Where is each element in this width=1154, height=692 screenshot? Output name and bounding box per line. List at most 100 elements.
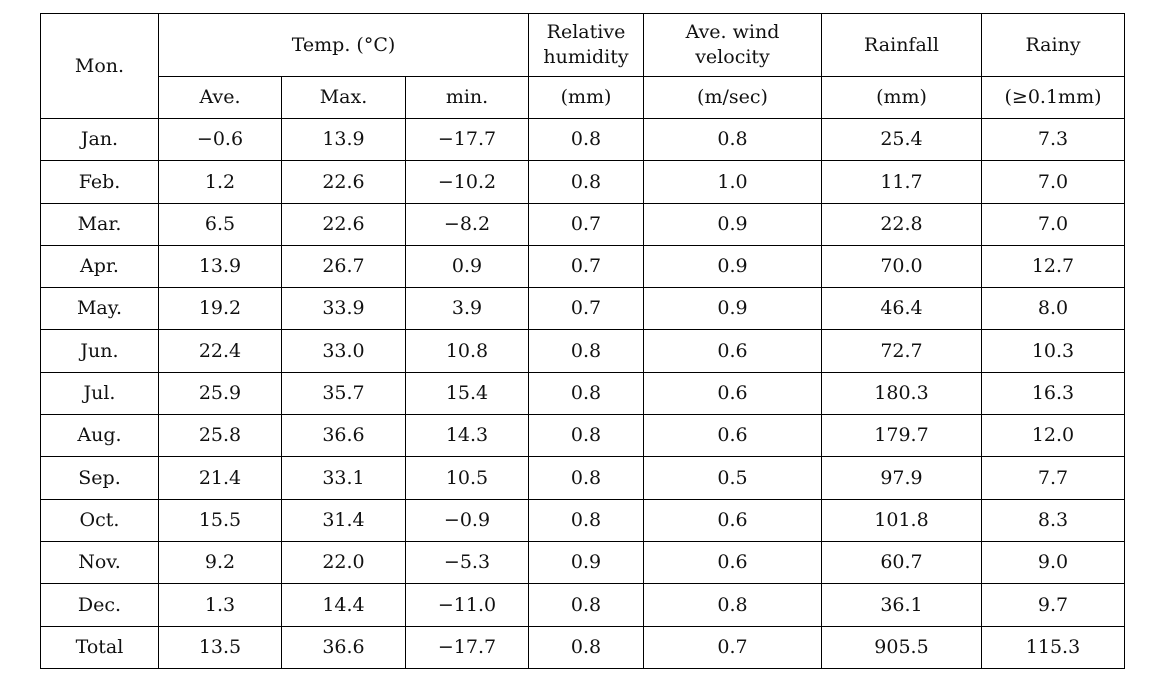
cell-rainfall: 60.7 [821,540,982,585]
cell-rainy-days: 9.7 [981,583,1125,627]
header-rainfall: Rainfall [821,13,982,77]
table-row: Feb. 1.2 22.6 −10.2 0.8 1.0 11.7 7.0 [40,160,1125,204]
cell-temp-max: 22.0 [281,540,406,585]
cell-temp-ave: 13.5 [158,625,282,669]
cell-temp-ave: 19.2 [158,287,282,331]
cell-temp-ave: 6.5 [158,202,282,246]
cell-rainy-days: 7.7 [981,456,1125,500]
cell-temp-min: 14.3 [405,414,529,458]
cell-rainy-days: 7.3 [981,117,1125,162]
total-row: Total 13.5 36.6 −17.7 0.8 0.7 905.5 115.3 [40,625,1125,669]
cell-wind-velocity: 0.6 [643,540,822,585]
cell-rainfall: 36.1 [821,583,982,627]
cell-humidity: 0.8 [528,371,644,416]
header-temp-ave: Ave. [158,76,282,119]
cell-rainy-days: 9.0 [981,540,1125,585]
cell-wind-velocity: 0.7 [643,625,822,669]
table-row: Jan. −0.6 13.9 −17.7 0.8 0.8 25.4 7.3 [40,117,1125,162]
cell-temp-min: −8.2 [405,202,529,246]
header-month: Mon. [40,13,159,119]
header-wind-unit: (m/sec) [643,76,822,119]
cell-rainy-days: 7.0 [981,160,1125,204]
cell-rainfall: 72.7 [821,329,982,373]
cell-wind-velocity: 0.9 [643,202,822,246]
table-row: Aug. 25.8 36.6 14.3 0.8 0.6 179.7 12.0 [40,414,1125,458]
table-row: Oct. 15.5 31.4 −0.9 0.8 0.6 101.8 8.3 [40,498,1125,542]
header-temp-min: min. [405,76,529,119]
cell-month: Jun. [40,329,159,373]
cell-temp-ave: 1.3 [158,583,282,627]
cell-temp-max: 33.9 [281,287,406,331]
cell-wind-velocity: 0.6 [643,371,822,416]
header-humidity-line1: Relative [546,21,626,44]
header-rainfall-unit: (mm) [821,76,982,119]
cell-temp-min: 3.9 [405,287,529,331]
cell-temp-min: 15.4 [405,371,529,416]
cell-rainy-days: 7.0 [981,202,1125,246]
table-row: Jun. 22.4 33.0 10.8 0.8 0.6 72.7 10.3 [40,329,1125,373]
table-row: Mar. 6.5 22.6 −8.2 0.7 0.9 22.8 7.0 [40,202,1125,246]
cell-wind-velocity: 1.0 [643,160,822,204]
cell-temp-min: −17.7 [405,625,529,669]
cell-temp-ave: 25.9 [158,371,282,416]
cell-temp-ave: 22.4 [158,329,282,373]
cell-temp-min: −10.2 [405,160,529,204]
cell-rainfall: 46.4 [821,287,982,331]
cell-wind-velocity: 0.5 [643,456,822,500]
header-row-sub: Ave. Max. min. (mm) (m/sec) (mm) (≥0.1mm… [41,76,1125,119]
cell-month: May. [40,287,159,331]
header-row-main: Mon. Temp. (°C) Relative humidity Ave. w… [40,13,1125,119]
cell-humidity: 0.8 [528,456,644,500]
cell-temp-max: 33.0 [281,329,406,373]
cell-temp-max: 22.6 [281,160,406,204]
cell-temp-ave: 21.4 [158,456,282,500]
cell-humidity: 0.8 [528,160,644,204]
cell-rainy-days: 8.3 [981,498,1125,542]
cell-humidity: 0.8 [528,625,644,669]
cell-rainfall: 97.9 [821,456,982,500]
cell-humidity: 0.9 [528,540,644,585]
cell-month: Feb. [40,160,159,204]
header-temp-group: Temp. (°C) [158,13,529,77]
cell-wind-velocity: 0.8 [643,117,822,162]
cell-rainy-days: 12.0 [981,414,1125,458]
cell-month: Nov. [40,540,159,585]
cell-rainy-days: 115.3 [981,625,1125,669]
cell-wind-velocity: 0.8 [643,583,822,627]
cell-temp-min: −17.7 [405,117,529,162]
cell-temp-min: 0.9 [405,244,529,289]
cell-temp-min: 10.5 [405,456,529,500]
table-row: Nov. 9.2 22.0 −5.3 0.9 0.6 60.7 9.0 [40,540,1125,585]
header-wind-line2: velocity [695,46,770,68]
cell-wind-velocity: 0.6 [643,414,822,458]
cell-humidity: 0.8 [528,329,644,373]
cell-rainy-days: 12.7 [981,244,1125,289]
cell-rainfall: 180.3 [821,371,982,416]
cell-month: Jan. [40,117,159,162]
cell-temp-max: 35.7 [281,371,406,416]
cell-rainfall: 70.0 [821,244,982,289]
cell-rainfall: 905.5 [821,625,982,669]
table-row: Sep. 21.4 33.1 10.5 0.8 0.5 97.9 7.7 [40,456,1125,500]
cell-temp-max: 33.1 [281,456,406,500]
cell-temp-ave: 13.9 [158,244,282,289]
cell-humidity: 0.7 [528,287,644,331]
header-wind: Ave. wind velocity [643,13,822,77]
cell-month: Apr. [40,244,159,289]
cell-temp-max: 36.6 [281,414,406,458]
cell-temp-max: 22.6 [281,202,406,246]
cell-temp-max: 36.6 [281,625,406,669]
header-humidity-line2: humidity [543,46,629,68]
header-humidity: Relative humidity [528,13,644,77]
cell-temp-max: 13.9 [281,117,406,162]
cell-rainfall: 11.7 [821,160,982,204]
cell-month: Aug. [40,414,159,458]
climate-table: Mon. Temp. (°C) Relative humidity Ave. w… [40,13,1125,669]
cell-temp-min: 10.8 [405,329,529,373]
cell-rainfall: 22.8 [821,202,982,246]
header-rainy: Rainy [981,13,1125,77]
cell-month: Total [40,625,159,669]
cell-month: Jul. [40,371,159,416]
cell-rainfall: 101.8 [821,498,982,542]
cell-rainfall: 179.7 [821,414,982,458]
